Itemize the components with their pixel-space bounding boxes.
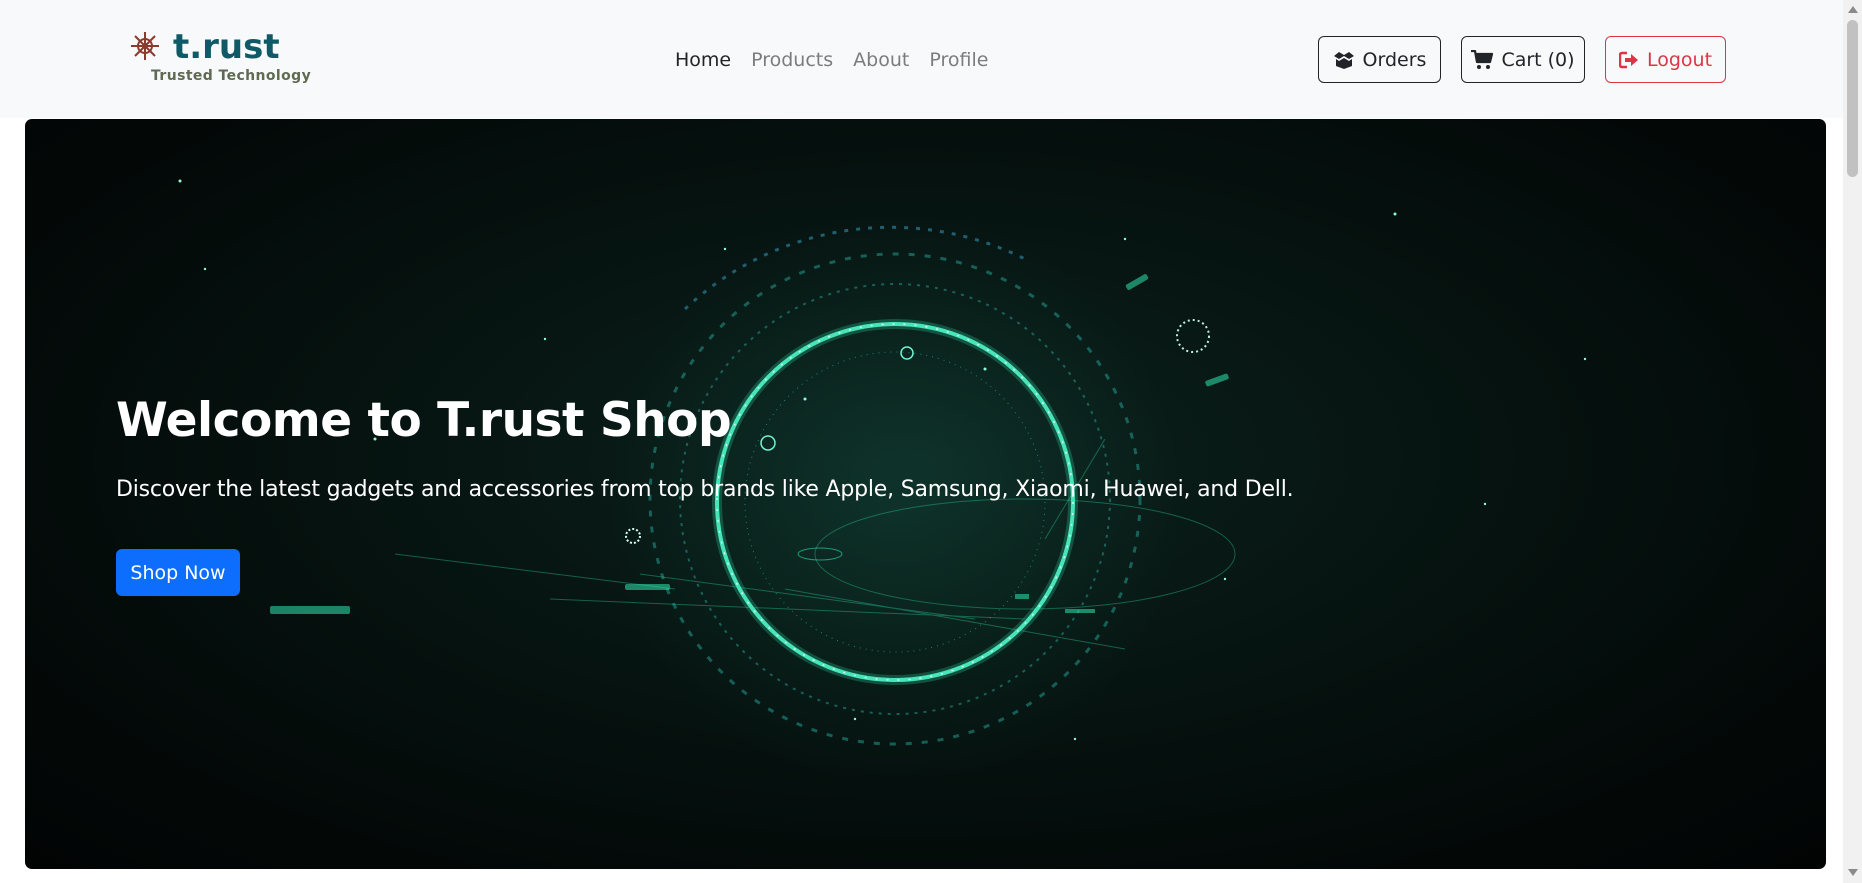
cart-icon (1471, 49, 1494, 69)
orders-button[interactable]: Orders (1318, 36, 1441, 83)
brand-logo[interactable]: t.rust Trusted Technology (129, 26, 329, 92)
orders-label: Orders (1362, 48, 1427, 71)
scroll-down-arrow-icon[interactable] (1848, 869, 1858, 876)
ship-wheel-icon (131, 32, 159, 60)
box-icon (1333, 51, 1354, 69)
nav-home[interactable]: Home (665, 46, 741, 74)
shop-now-button[interactable]: Shop Now (116, 549, 240, 596)
cart-label: Cart (0) (1501, 48, 1575, 71)
logout-button[interactable]: Logout (1605, 36, 1726, 83)
brand-tagline: Trusted Technology (151, 68, 312, 84)
main-nav: Home Products About Profile (665, 46, 998, 74)
hero-banner: Welcome to T.rust Shop Discover the late… (25, 119, 1826, 869)
hero-subtitle: Discover the latest gadgets and accessor… (116, 477, 1294, 502)
nav-profile[interactable]: Profile (919, 46, 998, 74)
nav-products[interactable]: Products (741, 46, 843, 74)
scroll-thumb[interactable] (1847, 20, 1858, 177)
page-scrollbar[interactable] (1843, 0, 1862, 883)
cart-button[interactable]: Cart (0) (1461, 36, 1585, 83)
nav-about[interactable]: About (843, 46, 919, 74)
hero-title: Welcome to T.rust Shop (116, 393, 732, 448)
brand-name: t.rust (173, 27, 280, 67)
logout-label: Logout (1646, 48, 1713, 71)
navbar: t.rust Trusted Technology Home Products … (0, 0, 1843, 118)
scroll-up-arrow-icon[interactable] (1848, 6, 1858, 13)
sign-out-icon (1618, 51, 1638, 68)
